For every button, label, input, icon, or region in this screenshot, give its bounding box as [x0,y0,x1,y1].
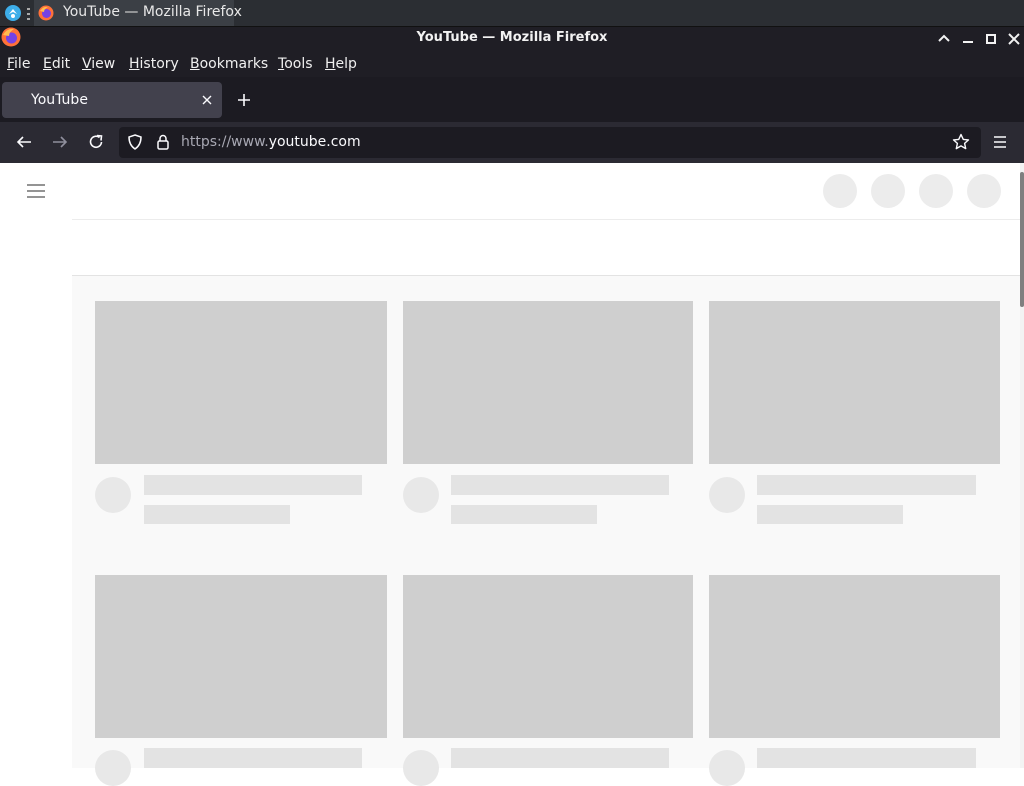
channel-avatar-placeholder [403,750,439,786]
video-title-placeholder [451,748,669,768]
tab-label: YouTube [31,92,88,108]
video-thumbnail-placeholder[interactable] [95,301,387,464]
header-button-placeholder[interactable] [919,174,953,208]
header-button-placeholder[interactable] [823,174,857,208]
star-icon[interactable] [951,132,971,152]
tab-close-icon[interactable] [200,92,214,106]
taskbar-separator [27,6,30,20]
header-button-placeholder[interactable] [967,174,1001,208]
channel-avatar-placeholder [95,750,131,786]
menu-tools[interactable]: Tools [278,56,313,72]
maximize-icon[interactable] [935,30,953,48]
url-domain: youtube.com [268,134,361,150]
video-title-placeholder [451,475,669,495]
menu-file[interactable]: File [7,56,30,72]
video-thumbnail-placeholder[interactable] [709,301,1000,464]
menu-help[interactable]: Help [325,56,357,72]
new-tab-icon[interactable] [236,92,252,108]
close-icon[interactable] [1005,30,1023,48]
lock-icon[interactable] [153,132,173,152]
back-icon[interactable] [14,132,34,152]
menu-history[interactable]: History [129,56,179,72]
channel-avatar-placeholder [709,477,745,513]
header-divider [72,219,1020,220]
video-title-placeholder [757,748,976,768]
hamburger-menu-icon[interactable] [26,181,46,201]
restore-icon[interactable] [982,30,1000,48]
reload-icon[interactable] [86,132,106,152]
menu-bookmarks[interactable]: Bookmarks [190,56,268,72]
app-menu-icon[interactable] [990,132,1010,152]
video-thumbnail-placeholder[interactable] [709,575,1000,738]
video-title-placeholder [144,475,362,495]
menu-view[interactable]: View [82,56,115,72]
forward-icon[interactable] [50,132,70,152]
window-title: YouTube — Mozilla Firefox [416,30,608,45]
video-meta-placeholder [144,505,290,524]
channel-avatar-placeholder [95,477,131,513]
channel-avatar-placeholder [709,750,745,786]
channel-avatar-placeholder [403,477,439,513]
scrollbar-thumb[interactable] [1020,172,1024,307]
app-launcher-icon[interactable] [5,5,21,21]
video-thumbnail-placeholder[interactable] [403,575,693,738]
firefox-icon [38,5,54,21]
video-thumbnail-placeholder[interactable] [403,301,693,464]
video-meta-placeholder [757,505,903,524]
taskbar-window-title: YouTube — Mozilla Firefox [63,4,242,20]
header-button-placeholder[interactable] [871,174,905,208]
url-text[interactable]: https://www.youtube.com [181,134,361,150]
url-prefix: https://www. [181,134,269,150]
minimize-icon[interactable] [959,30,977,48]
video-thumbnail-placeholder[interactable] [95,575,387,738]
video-meta-placeholder [451,505,597,524]
video-title-placeholder [144,748,362,768]
video-title-placeholder [757,475,976,495]
menu-edit[interactable]: Edit [43,56,70,72]
shield-icon[interactable] [125,132,145,152]
